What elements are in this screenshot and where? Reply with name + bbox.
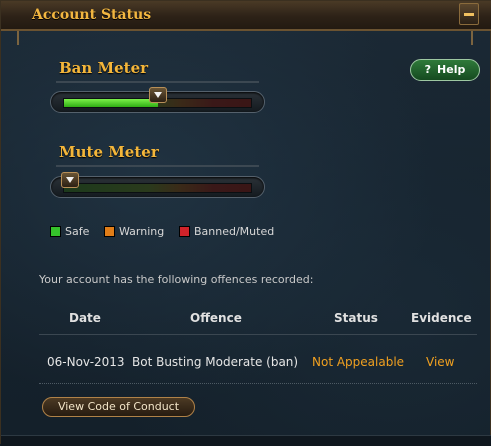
- panel-title: Account Status: [32, 7, 152, 23]
- mute-meter-marker: [61, 172, 79, 188]
- offence-date: 06-Nov-2013: [47, 355, 125, 369]
- column-header-offence: Offence: [190, 311, 242, 325]
- legend-safe-label: Safe: [65, 225, 90, 238]
- column-header-status: Status: [334, 311, 378, 325]
- legend-banned-label: Banned/Muted: [194, 225, 275, 238]
- ban-meter-underline: [56, 81, 259, 83]
- legend-warning-label: Warning: [119, 225, 165, 238]
- offence-status: Not Appealable: [312, 355, 405, 369]
- legend-banned-muted: Banned/Muted: [179, 225, 274, 238]
- help-button-label: Help: [437, 63, 466, 76]
- panel-bottom-bar: [1, 435, 491, 446]
- ban-meter-track: [63, 87, 252, 108]
- table-header-divider: [39, 334, 477, 335]
- mute-meter-underline: [56, 165, 259, 167]
- chain-ornament-right: [468, 31, 478, 45]
- table-row-divider: [39, 383, 477, 385]
- collapse-button[interactable]: [459, 3, 479, 25]
- legend-warning: Warning: [104, 225, 164, 238]
- mute-meter-track: [61, 172, 252, 193]
- view-code-of-conduct-button[interactable]: View Code of Conduct: [42, 397, 195, 417]
- legend-safe-swatch: [50, 226, 61, 237]
- ban-meter-label: Ban Meter: [59, 59, 149, 77]
- mute-meter: [50, 172, 265, 198]
- column-header-evidence: Evidence: [411, 311, 472, 325]
- title-bar: Account Status: [1, 1, 491, 31]
- mute-meter-label: Mute Meter: [59, 143, 159, 161]
- legend-safe: Safe: [50, 225, 89, 238]
- offences-intro-text: Your account has the following offences …: [39, 273, 314, 286]
- legend-banned-swatch: [179, 226, 190, 237]
- offence-name: Bot Busting Moderate (ban): [132, 355, 299, 369]
- ban-meter: [50, 87, 265, 113]
- column-header-date: Date: [69, 311, 101, 325]
- help-question-icon: ?: [424, 63, 432, 76]
- evidence-view-link[interactable]: View: [426, 355, 454, 369]
- ban-meter-fill: [64, 99, 158, 107]
- account-status-panel: Account Status Ban Meter Mute Meter ? Hel…: [0, 0, 491, 446]
- legend-warning-swatch: [104, 226, 115, 237]
- help-button[interactable]: ? Help: [410, 59, 480, 81]
- chain-ornament-left: [14, 31, 24, 45]
- ban-meter-marker: [148, 87, 167, 103]
